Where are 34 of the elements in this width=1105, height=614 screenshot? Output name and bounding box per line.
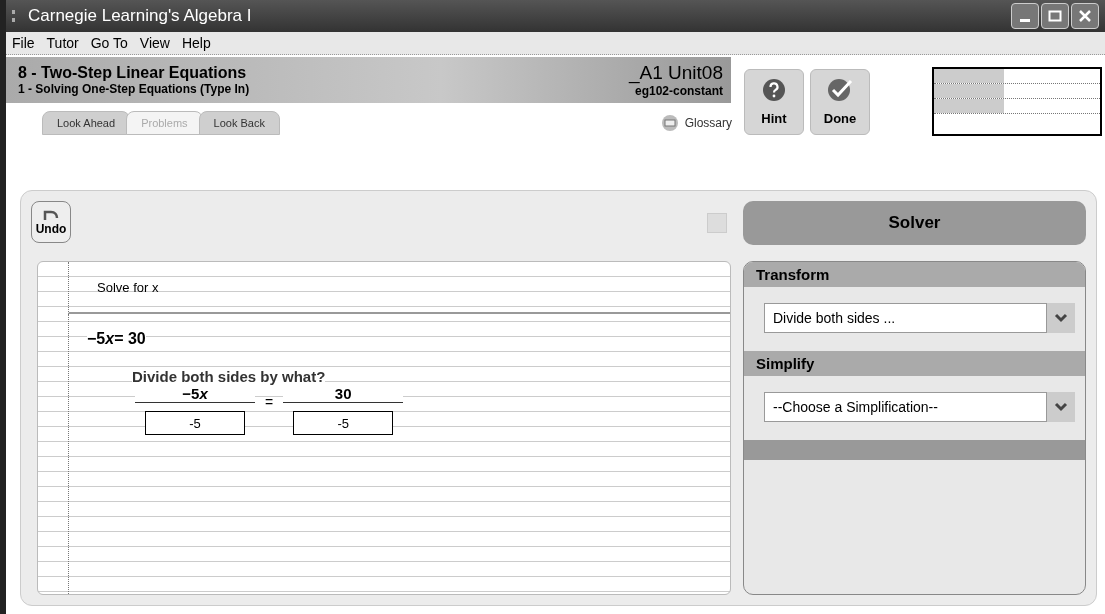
undo-button[interactable]: Undo	[31, 201, 71, 243]
unit-title: 8 - Two-Step Linear Equations	[18, 64, 248, 82]
book-icon	[660, 114, 679, 132]
minimize-icon	[1020, 18, 1030, 22]
question-icon	[762, 78, 786, 103]
minimize-button[interactable]	[1011, 3, 1039, 29]
menu-item[interactable]: File	[12, 35, 35, 51]
window-title: Carnegie Learning's Algebra I	[28, 6, 253, 26]
done-button[interactable]: Done	[810, 69, 870, 135]
denominator-field[interactable]: -5	[293, 411, 394, 435]
maximize-button[interactable]	[1041, 3, 1069, 29]
checkmark-icon	[827, 78, 853, 103]
equals-sign: =	[265, 394, 274, 410]
menu-item[interactable]: Help	[181, 35, 211, 51]
menu-item[interactable]: Tutor	[46, 35, 79, 51]
hint-button[interactable]: Hint	[744, 69, 804, 135]
question-text: Divide both sides by what?	[132, 368, 326, 385]
prompt-text: Solve for x	[97, 279, 159, 295]
maximize-icon	[1048, 9, 1062, 23]
section-title: 1 - Solving One-Step Equations (Type In)	[18, 82, 250, 96]
menu-item[interactable]: View	[139, 35, 170, 51]
denominator-field[interactable]: -5	[145, 411, 245, 435]
section-heading: Transform	[744, 262, 1085, 287]
menu-item[interactable]: Go To	[90, 35, 128, 51]
unit-code: _A1 Unit08	[629, 62, 723, 84]
tab[interactable]: Look Back	[198, 111, 280, 135]
glossary-link[interactable]: Glossary	[684, 116, 732, 130]
problem-name: eg102-constant	[634, 84, 723, 98]
chevron-icon	[1054, 313, 1068, 323]
close-icon	[1078, 9, 1092, 23]
chevron-icon	[1054, 402, 1068, 412]
section-heading: Simplify	[744, 351, 1085, 376]
close-button[interactable]	[1071, 3, 1099, 29]
solver-header: Solver	[743, 201, 1086, 245]
